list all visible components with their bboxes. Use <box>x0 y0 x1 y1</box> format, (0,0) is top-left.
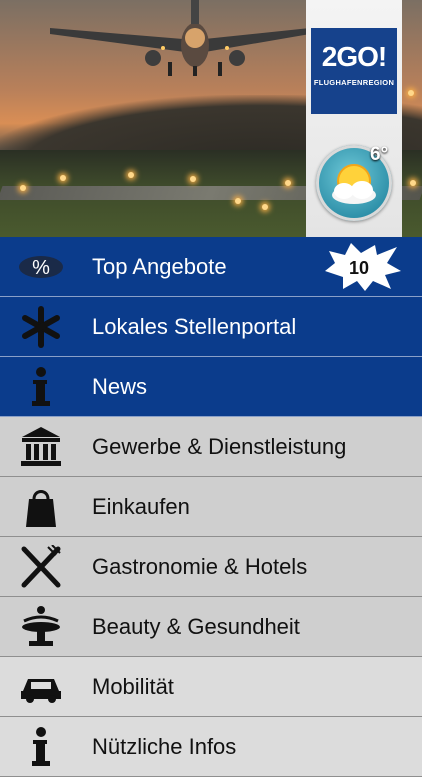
logo-main-text: 2GO! <box>321 41 387 72</box>
temperature-label: 6° <box>370 144 389 165</box>
asterisk-icon <box>22 306 60 348</box>
fork-knife-icon <box>21 545 61 588</box>
menu-item-nuetzliche-infos[interactable]: Nützliche Infos <box>0 717 422 777</box>
menu-item-label: News <box>92 374 148 399</box>
logo-sub-text: FLUGHAFENREGION <box>313 78 395 87</box>
building-icon <box>21 427 61 466</box>
shopping-bag-icon <box>26 490 56 527</box>
runway-light <box>410 180 416 186</box>
menu-item-label: Beauty & Gesundheit <box>92 614 300 639</box>
info-icon <box>32 727 50 766</box>
main-menu: % Top Angebote 10 Lokales Stellenportal … <box>0 237 422 777</box>
menu-item-label: Lokales Stellenportal <box>92 314 297 339</box>
runway-light <box>20 185 26 191</box>
menu-item-stellenportal[interactable]: Lokales Stellenportal <box>0 297 422 357</box>
airplane-icon <box>50 0 310 76</box>
menu-item-top-angebote[interactable]: % Top Angebote 10 <box>0 237 422 297</box>
percent-icon: % <box>19 256 63 279</box>
runway-light <box>408 90 414 96</box>
menu-item-label: Top Angebote <box>92 254 227 279</box>
menu-item-mobilitaet[interactable]: Mobilität <box>0 657 422 717</box>
offer-count-badge: 10 <box>325 243 401 291</box>
menu-item-label: Nützliche Infos <box>92 734 237 759</box>
runway-light <box>285 180 291 186</box>
menu-item-news[interactable]: News <box>0 357 422 417</box>
menu-item-label: Einkaufen <box>92 494 190 519</box>
menu-item-gastronomie[interactable]: Gastronomie & Hotels <box>0 537 422 597</box>
runway-light <box>262 204 268 210</box>
app-logo[interactable]: 2GO! FLUGHAFENREGION <box>311 28 397 114</box>
badge-count: 10 <box>349 258 369 278</box>
runway-light <box>190 176 196 182</box>
runway-light <box>128 172 134 178</box>
menu-item-beauty[interactable]: Beauty & Gesundheit <box>0 597 422 657</box>
menu-item-label: Mobilität <box>92 674 174 699</box>
runway-light <box>235 198 241 204</box>
svg-text:%: % <box>32 257 50 279</box>
menu-item-label: Gewerbe & Dienstleistung <box>92 434 347 459</box>
runway-light <box>60 175 66 181</box>
info-icon <box>32 367 50 406</box>
car-icon <box>21 679 61 703</box>
menu-item-label: Gastronomie & Hotels <box>92 554 308 579</box>
menu-item-einkaufen[interactable]: Einkaufen <box>0 477 422 537</box>
menu-item-gewerbe[interactable]: Gewerbe & Dienstleistung <box>0 417 422 477</box>
fountain-icon <box>22 606 60 646</box>
